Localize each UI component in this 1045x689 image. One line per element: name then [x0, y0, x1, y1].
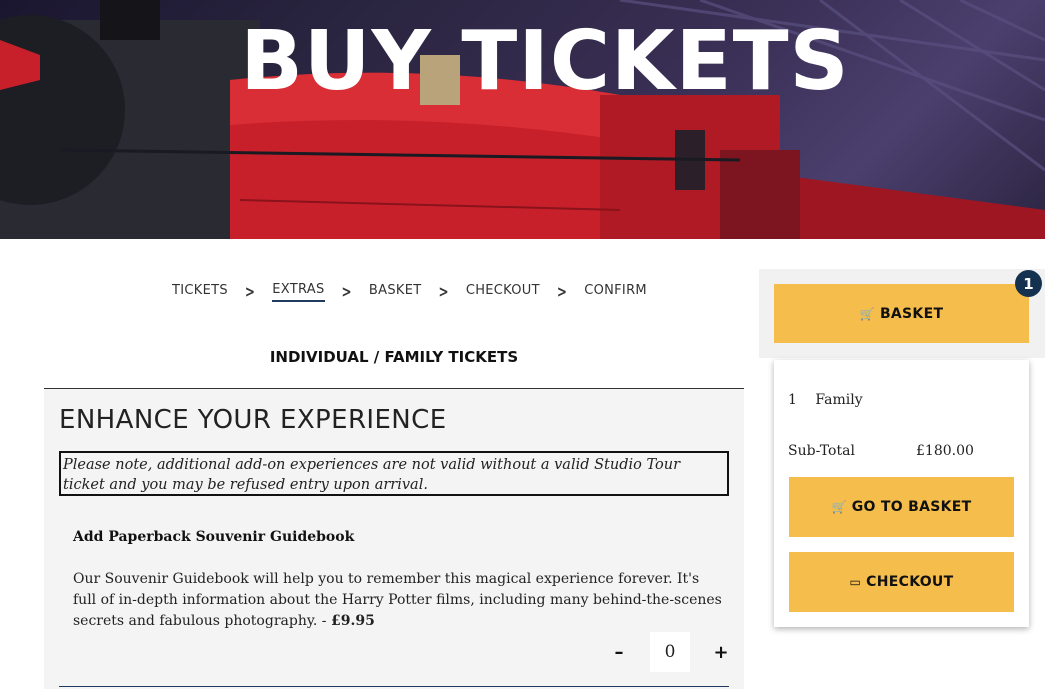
decrement-button[interactable]: –: [604, 642, 634, 663]
extras-panel: ENHANCE YOUR EXPERIENCE Please note, add…: [44, 388, 744, 689]
basket-line-item: 1 Family: [788, 392, 863, 408]
go-to-basket-button[interactable]: 🛒 GO TO BASKET: [789, 477, 1014, 537]
checkout-button[interactable]: ▭ CHECKOUT: [789, 552, 1014, 612]
breadcrumb-tickets[interactable]: TICKETS: [172, 283, 228, 301]
breadcrumb: TICKETS > EXTRAS > BASKET > CHECKOUT > C…: [172, 282, 647, 302]
divider: [59, 686, 729, 687]
checkout-label: CHECKOUT: [866, 574, 954, 590]
chevron-right-icon: >: [244, 282, 256, 302]
chevron-right-icon: >: [341, 282, 352, 302]
addon-title: Add Paperback Souvenir Guidebook: [73, 529, 355, 545]
breadcrumb-basket[interactable]: BASKET: [369, 283, 422, 301]
breadcrumb-extras[interactable]: EXTRAS: [272, 282, 325, 302]
section-heading: ENHANCE YOUR EXPERIENCE: [59, 405, 447, 435]
line-item-qty: 1: [788, 392, 797, 408]
increment-button[interactable]: +: [706, 642, 736, 663]
cart-icon: 🛒: [831, 500, 847, 514]
quantity-stepper: – 0 +: [604, 632, 736, 672]
card-icon: ▭: [849, 575, 862, 589]
basket-count-badge: 1: [1015, 270, 1042, 297]
cart-icon: 🛒: [859, 306, 875, 321]
quantity-input[interactable]: 0: [650, 632, 690, 672]
page-title: BUY TICKETS: [240, 14, 850, 109]
breadcrumb-checkout[interactable]: CHECKOUT: [466, 283, 540, 301]
chevron-right-icon: >: [556, 282, 568, 302]
addon-price: £9.95: [330, 613, 375, 629]
ticket-type-heading: INDIVIDUAL / FAMILY TICKETS: [269, 348, 519, 366]
chevron-right-icon: >: [438, 282, 449, 302]
subtotal-value: £180.00: [916, 443, 974, 459]
basket-summary: 1 Family Sub-Total £180.00 🛒 GO TO BASKE…: [774, 360, 1029, 627]
subtotal-label: Sub-Total: [788, 443, 855, 459]
hero-banner: BUY TICKETS: [0, 0, 1045, 239]
notice-box: Please note, additional add-on experienc…: [59, 451, 729, 496]
addon-description-text: Our Souvenir Guidebook will help you to …: [73, 571, 722, 629]
basket-header: 🛒 BASKET 1: [759, 269, 1045, 358]
addon-description: Our Souvenir Guidebook will help you to …: [73, 569, 723, 632]
basket-button-label: BASKET: [879, 305, 944, 322]
basket-button[interactable]: 🛒 BASKET: [774, 284, 1029, 343]
line-item-name: Family: [815, 392, 863, 408]
breadcrumb-confirm[interactable]: CONFIRM: [584, 283, 647, 301]
go-to-basket-label: GO TO BASKET: [851, 499, 972, 515]
